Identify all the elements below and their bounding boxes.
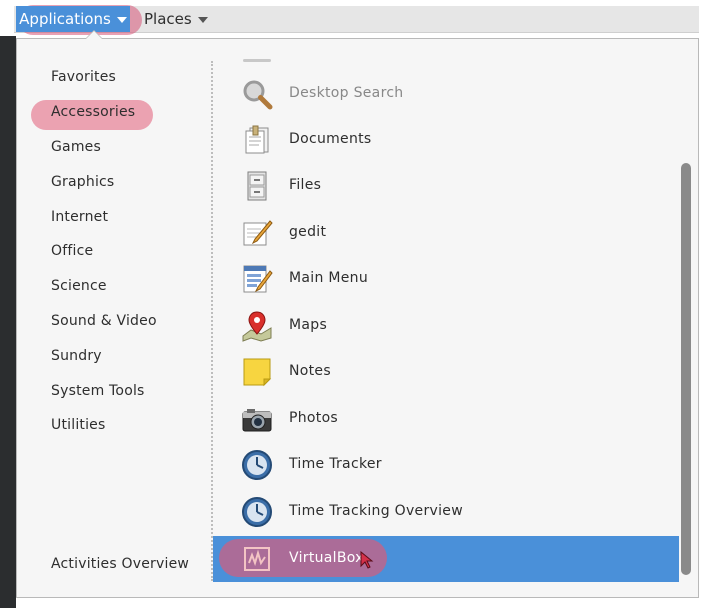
map-pin-icon	[242, 311, 272, 342]
activities-overview-link[interactable]: Activities Overview	[51, 556, 189, 572]
app-item-time-tracking-overview[interactable]: Time Tracking Overview	[213, 489, 679, 535]
places-menu-button[interactable]: Places	[142, 6, 210, 32]
sticky-note-icon	[243, 358, 272, 387]
app-label: Time Tracking Overview	[289, 503, 463, 519]
category-utilities[interactable]: Utilities	[51, 417, 106, 433]
category-favorites[interactable]: Favorites	[51, 69, 116, 85]
category-list: Favorites Accessories Games Graphics Int…	[17, 39, 209, 597]
text-editor-icon	[243, 220, 273, 246]
category-office[interactable]: Office	[51, 243, 93, 259]
app-label: Files	[289, 177, 322, 193]
app-item-gedit[interactable]: gedit	[213, 210, 679, 256]
chevron-down-icon	[116, 16, 127, 23]
file-cabinet-icon	[247, 171, 267, 201]
app-item-time-tracker[interactable]: Time Tracker	[213, 442, 679, 488]
desktop-background	[0, 36, 16, 608]
category-sundry[interactable]: Sundry	[51, 348, 102, 364]
partial-item-above	[243, 59, 271, 62]
top-panel-bar: Applications Places	[14, 5, 699, 35]
app-item-maps[interactable]: Maps	[213, 303, 679, 349]
app-item-main-menu[interactable]: Main Menu	[213, 256, 679, 302]
category-internet[interactable]: Internet	[51, 209, 108, 225]
category-accessories[interactable]: Accessories	[51, 104, 135, 120]
time-tracker-icon	[242, 497, 272, 527]
applications-menu-button[interactable]: Applications	[16, 6, 130, 32]
category-system-tools[interactable]: System Tools	[51, 383, 145, 399]
app-label: VirtualBox	[289, 550, 364, 566]
virtualbox-icon	[244, 547, 270, 571]
category-graphics[interactable]: Graphics	[51, 174, 114, 190]
category-sound-video[interactable]: Sound & Video	[51, 313, 157, 329]
application-list[interactable]: Desktop Search Documents Files gedit Mai…	[213, 39, 683, 597]
app-label: Photos	[289, 410, 339, 426]
popup-pointer	[85, 30, 103, 39]
menu-editor-icon	[243, 265, 273, 293]
app-label: Main Menu	[289, 270, 369, 286]
places-menu-label: Places	[144, 10, 192, 28]
app-item-documents[interactable]: Documents	[213, 117, 679, 163]
documents-icon	[245, 125, 269, 154]
app-item-photos[interactable]: Photos	[213, 396, 679, 442]
time-tracker-icon	[242, 450, 272, 480]
app-label: Notes	[289, 363, 331, 379]
app-item-files[interactable]: Files	[213, 163, 679, 209]
magnifier-icon	[243, 80, 273, 110]
app-label: Desktop Search	[289, 85, 404, 101]
app-item-notes[interactable]: Notes	[213, 349, 679, 395]
category-games[interactable]: Games	[51, 139, 101, 155]
top-panel: Applications Places	[0, 0, 707, 36]
app-item-virtualbox[interactable]: VirtualBox	[213, 536, 679, 582]
camera-icon	[242, 409, 272, 432]
chevron-down-icon	[197, 16, 208, 23]
app-label: Maps	[289, 317, 328, 333]
app-label: Time Tracker	[289, 456, 382, 472]
category-science[interactable]: Science	[51, 278, 107, 294]
app-label: Documents	[289, 131, 372, 147]
app-item-desktop-search[interactable]: Desktop Search	[213, 71, 679, 117]
applications-menu-label: Applications	[19, 10, 111, 28]
app-label: gedit	[289, 224, 327, 240]
applications-menu-popup: Favorites Accessories Games Graphics Int…	[16, 30, 699, 598]
mouse-cursor-icon	[360, 551, 374, 569]
scrollbar-thumb[interactable]	[681, 163, 691, 575]
